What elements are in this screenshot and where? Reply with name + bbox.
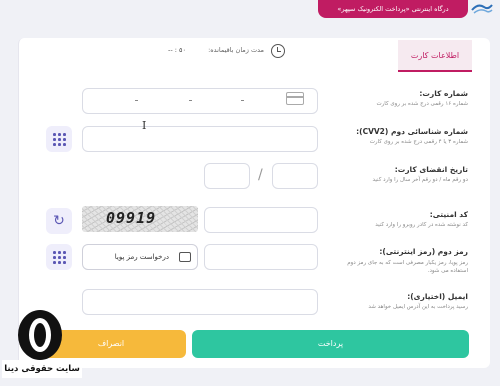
- watermark-text: سایت حقوقی دینا: [2, 360, 82, 378]
- cvv2-keypad-button[interactable]: [46, 126, 72, 152]
- clock-icon: [271, 44, 285, 58]
- cvv2-input[interactable]: [82, 126, 318, 152]
- otp-input[interactable]: [204, 244, 318, 270]
- refresh-captcha-icon[interactable]: ↻: [46, 208, 72, 234]
- tab-card-info[interactable]: اطلاعات کارت: [398, 40, 472, 72]
- captcha-image: 09919: [82, 206, 198, 232]
- email-input[interactable]: [82, 289, 318, 315]
- credit-card-icon: [286, 92, 304, 105]
- captcha-input[interactable]: [204, 207, 318, 233]
- captcha-hint: کد نوشته شده در کادر روبرو را وارد کنید: [375, 222, 468, 228]
- request-otp-button[interactable]: درخواست رمز پویا: [82, 244, 198, 270]
- cvv2-hint: شماره ۳ یا ۴ رقمی درج شده بر روی کارت: [369, 139, 468, 145]
- card-number-separator: [135, 100, 138, 101]
- captcha-text: 09919: [106, 209, 157, 227]
- card-number-separator: [241, 100, 244, 101]
- card-number-separator: [189, 100, 192, 101]
- cvv2-label: شماره شناسائی دوم (CVV2):: [356, 127, 468, 136]
- message-icon: [179, 252, 191, 262]
- otp-label: رمز دوم (رمز اینترنتی):: [379, 247, 468, 256]
- otp-hint: رمز پویا، رمز یکبار مصرفی است که به جای …: [347, 260, 468, 274]
- watermark-logo-icon: [18, 310, 62, 360]
- gateway-title: درگاه اینترنتی «پرداخت الکترونیک سپهر»: [318, 0, 468, 18]
- payment-page: درگاه اینترنتی «پرداخت الکترونیک سپهر» ا…: [0, 0, 500, 386]
- request-otp-label: درخواست رمز پویا: [114, 253, 169, 261]
- card-number-hint: شماره ۱۶ رقمی درج شده بر روی کارت: [376, 101, 468, 107]
- captcha-label: کد امنیتی:: [429, 210, 468, 219]
- otp-keypad-button[interactable]: [46, 244, 72, 270]
- card-number-input[interactable]: [82, 88, 318, 114]
- timer-value: -- : ٥٠: [168, 46, 186, 54]
- email-label: ایمیل (اختیاری):: [407, 292, 468, 301]
- email-hint: رسید پرداخت به این آدرس ایمیل خواهد شد: [368, 304, 468, 310]
- expiry-month-input[interactable]: [272, 163, 318, 189]
- expiry-hint: دو رقم ماه / دو رقم آخر سال را وارد کنید: [372, 177, 468, 183]
- expiry-label: تاریخ انقضای کارت:: [394, 165, 468, 174]
- expiry-separator: /: [258, 167, 263, 183]
- pay-button[interactable]: پرداخت: [192, 330, 469, 358]
- expiry-year-input[interactable]: [204, 163, 250, 189]
- sepehr-logo-icon: [471, 4, 493, 14]
- text-cursor-icon: I: [142, 119, 147, 132]
- timer-label: مدت زمان باقیمانده:: [208, 46, 264, 54]
- card-number-label: شماره کارت:: [419, 89, 468, 98]
